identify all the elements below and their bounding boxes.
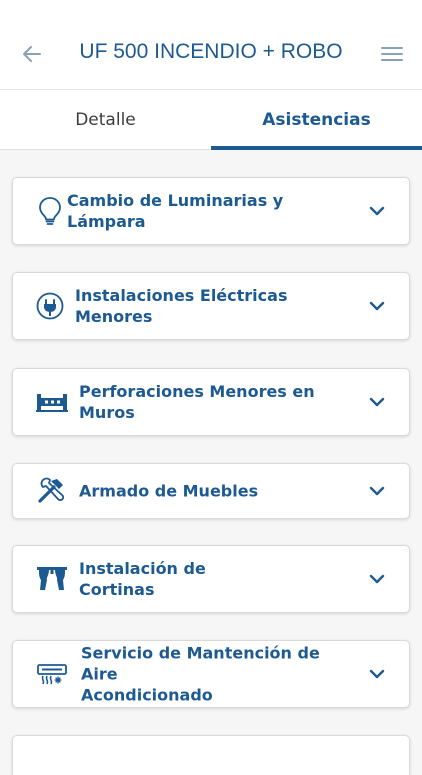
service-item-cortinas[interactable]: Instalación de Cortinas [12, 545, 410, 613]
service-label: Servicio de Mantención de Aire Acondicio… [81, 643, 320, 705]
service-item-muebles[interactable]: Armado de Muebles [12, 463, 410, 519]
tab-bar: Detalle Asistencias [0, 90, 422, 150]
service-label: Instalación de Cortinas [79, 559, 206, 599]
curtains-icon [35, 562, 69, 596]
tools-icon [35, 474, 69, 508]
drill-icon [35, 385, 69, 419]
app-header: UF 500 INCENDIO + ROBO [0, 0, 422, 90]
service-item-partial[interactable] [12, 735, 410, 775]
service-label: Perforaciones Menores en Muros [79, 382, 315, 422]
hamburger-menu-icon [381, 47, 403, 61]
tab-detalle[interactable]: Detalle [0, 90, 211, 149]
back-button[interactable] [14, 36, 50, 72]
tab-detalle-label: Detalle [75, 109, 136, 130]
arrow-left-icon [23, 46, 41, 62]
chevron-down-icon[interactable] [367, 201, 387, 221]
service-label: Armado de Muebles [79, 481, 259, 501]
chevron-down-icon[interactable] [367, 481, 387, 501]
service-item-luminarias[interactable]: Cambio de Luminarias y Lámpara [12, 177, 410, 245]
plug-icon [33, 289, 67, 323]
chevron-down-icon[interactable] [367, 664, 387, 684]
air-conditioner-icon [35, 657, 69, 691]
service-item-electricas[interactable]: Instalaciones Eléctricas Menores [12, 272, 410, 340]
service-item-aire-acondicionado[interactable]: Servicio de Mantención de Aire Acondicio… [12, 640, 410, 708]
service-item-perforaciones[interactable]: Perforaciones Menores en Muros [12, 368, 410, 436]
tab-asistencias[interactable]: Asistencias [211, 90, 422, 150]
menu-button[interactable] [374, 36, 410, 72]
service-label: Instalaciones Eléctricas Menores [75, 286, 288, 326]
service-label: Cambio de Luminarias y Lámpara [67, 191, 284, 231]
chevron-down-icon[interactable] [367, 392, 387, 412]
tab-asistencias-label: Asistencias [262, 109, 371, 130]
chevron-down-icon[interactable] [367, 296, 387, 316]
lightbulb-icon [33, 194, 67, 228]
page-title: UF 500 INCENDIO + ROBO [79, 40, 343, 63]
chevron-down-icon[interactable] [367, 569, 387, 589]
